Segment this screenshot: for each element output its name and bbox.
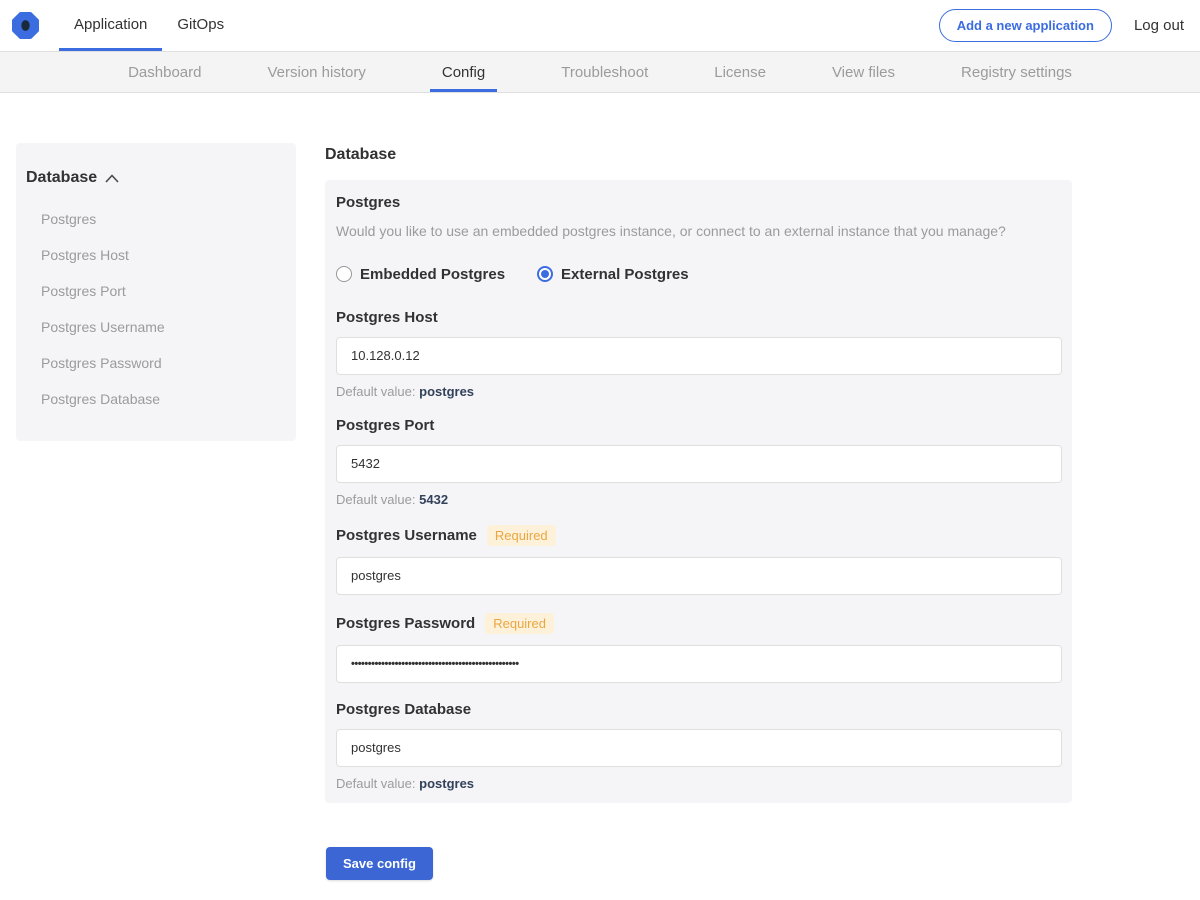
subnav-dashboard-label: Dashboard [128,63,202,81]
sidebar-item-postgres-database[interactable]: Postgres Database [26,381,286,417]
default-value: postgres [419,775,475,791]
postgres-port-default: Default value: 5432 [336,492,1061,507]
config-sidebar: Database Postgres Postgres Host Postgres… [16,143,296,441]
field-postgres-username: Postgres Username Required [336,524,1062,595]
app-logo-icon [12,12,39,39]
subnav-version-history-label: Version history [267,63,366,81]
postgres-username-label: Postgres Username [336,526,477,544]
header-right: Add a new application Log out [938,0,1200,51]
postgres-host-input[interactable] [336,336,1062,375]
sidebar-item-postgres[interactable]: Postgres [26,201,286,237]
sidebar-group-database[interactable]: Database [26,169,286,187]
page-title: Database [325,146,397,163]
subnav-troubleshoot-label: Troubleshoot [561,63,649,81]
postgres-password-label: Postgres Password [336,614,476,632]
postgres-password-input[interactable] [336,644,1062,683]
postgres-database-input[interactable] [336,728,1062,767]
subnav-view-files[interactable]: View files [830,52,897,92]
subnav-dashboard[interactable]: Dashboard [126,52,203,92]
add-new-application-button[interactable]: Add a new application [938,9,1112,42]
sidebar-item-postgres-password[interactable]: Postgres Password [26,345,286,381]
logout-button[interactable]: Log out [1134,17,1184,34]
chevron-up-icon [105,173,119,183]
sidebar-group-database-label: Database [26,169,98,186]
embedded-postgres-radio[interactable]: Embedded Postgres [336,266,505,283]
external-postgres-radio-label: External Postgres [561,265,689,283]
postgres-host-default: Default value: postgres [336,384,1061,399]
default-prefix: Default value: [336,491,416,507]
tab-gitops-label: GitOps [177,15,225,33]
default-value: postgres [419,383,475,399]
default-value: 5432 [419,491,449,507]
subnav-registry-settings-label: Registry settings [961,63,1072,81]
required-badge: Required [486,524,556,546]
config-group-help-text: Would you like to use an embedded postgr… [336,223,1006,239]
radio-checked-icon [537,266,554,283]
config-main: Database Postgres Would you like to use … [325,143,1072,900]
config-group-box: Postgres Would you like to use an embedd… [325,180,1072,803]
subnav-license-label: License [714,63,766,81]
subnav-registry-settings[interactable]: Registry settings [959,52,1074,92]
postgres-port-input[interactable] [336,444,1062,483]
sidebar-item-postgres-host[interactable]: Postgres Host [26,237,286,273]
default-prefix: Default value: [336,775,416,791]
subnav-version-history[interactable]: Version history [265,52,367,92]
app-subnav: Dashboard Version history Config Trouble… [0,51,1200,93]
config-page: Database Postgres Postgres Host Postgres… [0,93,1200,900]
sidebar-item-postgres-username[interactable]: Postgres Username [26,309,286,345]
subnav-troubleshoot[interactable]: Troubleshoot [559,52,650,92]
postgres-port-label: Postgres Port [336,416,435,434]
postgres-database-default: Default value: postgres [336,776,1061,791]
postgres-username-input[interactable] [336,556,1062,595]
field-postgres-host: Postgres Host Default value: postgres [336,308,1062,399]
header-tabs: Application GitOps [59,0,239,51]
postgres-type-radio-group: Embedded Postgres External Postgres [336,266,1061,283]
app-logo[interactable] [12,0,39,51]
field-postgres-password: Postgres Password Required [336,612,1062,683]
save-config-button[interactable]: Save config [326,846,433,880]
required-badge: Required [485,612,554,634]
app-header: Application GitOps Add a new application… [0,0,1200,51]
tab-application[interactable]: Application [59,0,163,51]
radio-unchecked-icon [336,266,352,283]
sidebar-item-postgres-port[interactable]: Postgres Port [26,273,286,309]
subnav-license[interactable]: License [712,52,768,92]
embedded-postgres-radio-label: Embedded Postgres [360,265,506,283]
field-postgres-port: Postgres Port Default value: 5432 [336,416,1062,507]
postgres-database-label: Postgres Database [336,700,472,718]
config-group-label: Postgres [336,194,401,211]
tab-gitops[interactable]: GitOps [162,0,239,51]
tab-application-label: Application [74,15,148,33]
subnav-view-files-label: View files [831,63,896,81]
default-prefix: Default value: [336,383,416,399]
external-postgres-radio[interactable]: External Postgres [537,266,689,283]
postgres-host-label: Postgres Host [336,308,438,326]
subnav-config-label: Config [441,63,486,81]
subnav-config[interactable]: Config [429,52,498,92]
field-postgres-database: Postgres Database Default value: postgre… [336,700,1062,791]
